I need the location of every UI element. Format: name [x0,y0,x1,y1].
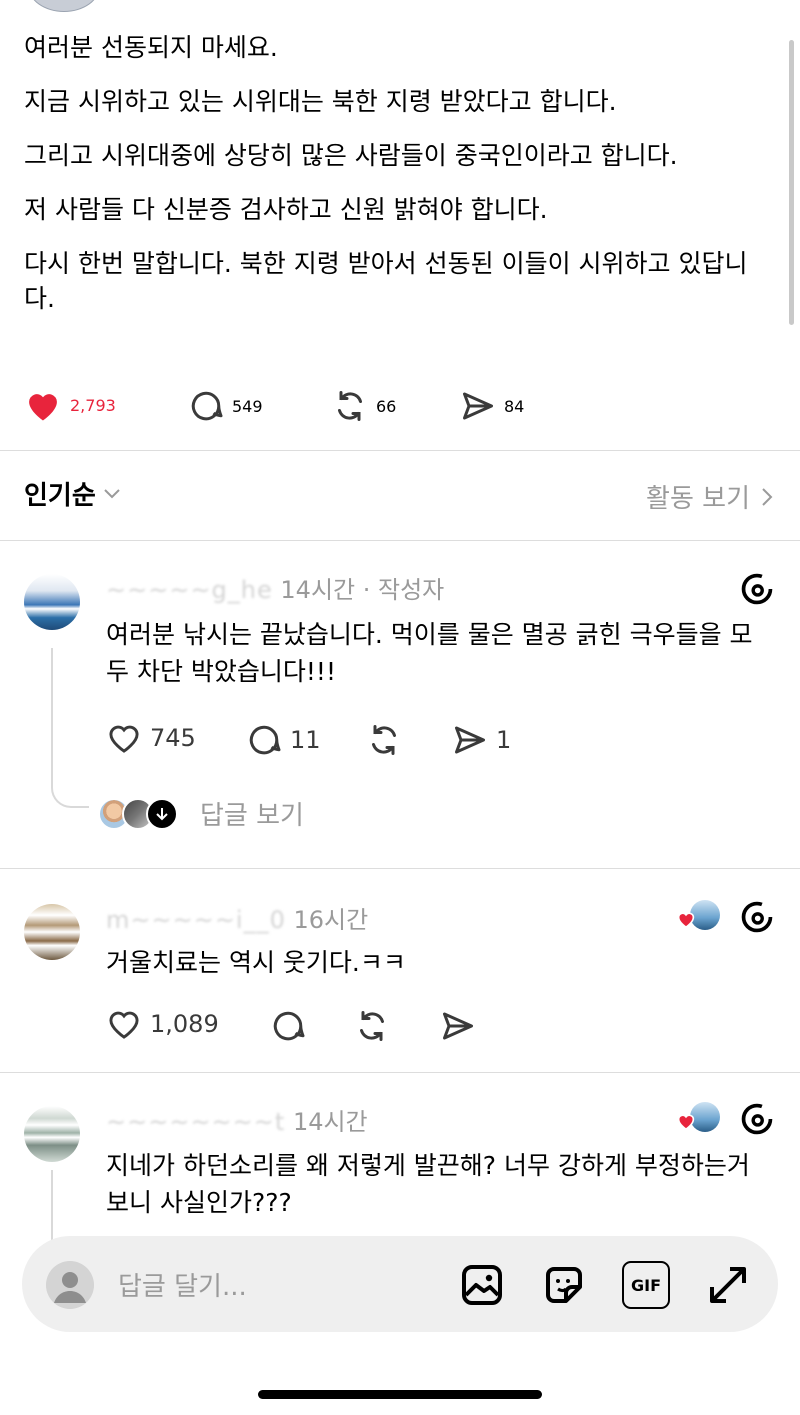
threads-logo-icon[interactable] [740,572,774,606]
repost-button[interactable] [354,1008,398,1044]
comment-button[interactable]: 549 [188,388,263,424]
avatar[interactable] [24,1106,80,1162]
comment-time: 16시간 [293,906,369,934]
reply-input[interactable]: 답글 달기... [118,1266,247,1303]
repost-button[interactable] [366,722,410,758]
author-name: ~~~~~g_he [106,576,273,604]
comment-button[interactable] [270,1008,314,1044]
like-count: 2,793 [70,395,116,415]
repost-icon [372,725,396,755]
comment-count: 549 [232,396,263,416]
author-name: m~~~~~i__0 [106,906,286,934]
comment-text: 여러분 낚시는 끝났습니다. 먹이를 물은 멸공 긁힌 극우들을 모두 차단 박… [106,620,753,686]
comment-icon [273,1011,305,1041]
thread-connector [51,770,89,808]
home-indicator [258,1390,542,1399]
share-button[interactable]: 1 [452,722,511,758]
sticker-icon[interactable] [540,1261,588,1309]
share-button[interactable] [440,1008,484,1044]
heart-icon [109,725,139,753]
post-paragraph: 저 사람들 다 신분증 검사하고 신원 밝혀야 합니다. [24,195,548,224]
sort-dropdown[interactable]: 인기순 [24,475,122,512]
post-body: 여러분 선동되지 마세요. 지금 시위하고 있는 시위대는 북한 지령 받았다고… [24,30,774,335]
comment-author[interactable]: ~~~~~g_he 14시간 · 작성자 [106,570,444,605]
comment-time: 14시간 [292,1108,368,1136]
threads-logo-icon[interactable] [740,900,774,934]
avatar[interactable] [24,904,80,960]
chevron-right-icon [762,487,773,506]
comment-button[interactable]: 11 [246,722,321,758]
like-button[interactable]: 1,089 [106,1008,219,1040]
share-icon [455,726,485,754]
post-paragraph: 그리고 시위대중에 상당히 많은 사람들이 중국인이라고 합니다. [24,141,678,170]
share-button[interactable]: 84 [460,388,524,424]
repost-button[interactable]: 66 [332,388,396,424]
comment-author[interactable]: ~~~~~~~~t 14시간 [106,1102,368,1137]
default-avatar-icon [46,1261,94,1309]
share-count: 1 [496,726,512,754]
divider [0,868,800,869]
activity-label: 활동 보기 [646,484,750,514]
comment-count: 11 [290,726,321,754]
gif-icon[interactable]: GIF [622,1261,670,1309]
view-replies-label: 답글 보기 [200,801,304,831]
repost-icon [338,391,362,421]
image-icon[interactable] [458,1261,506,1309]
thread-line [51,1170,53,1240]
view-replies-button[interactable]: 답글 보기 [98,795,304,832]
share-icon [443,1012,473,1040]
threads-logo-icon[interactable] [740,1102,774,1136]
comment-icon [249,725,281,755]
post-paragraph: 여러분 선동되지 마세요. [24,33,278,62]
comment-time: 14시간 [280,576,356,604]
chevron-down-icon [104,488,120,498]
like-count: 1,089 [150,1010,219,1038]
thread-line [51,648,53,788]
activity-link[interactable]: 활동 보기 [646,478,774,515]
comment-text: 거울치료는 역시 웃기다.ㅋㅋ [106,948,406,977]
comment-author[interactable]: m~~~~~i__0 16시간 [106,900,368,935]
share-count: 84 [504,396,525,416]
comment-icon [191,391,223,421]
repost-count: 66 [376,396,397,416]
divider [0,450,800,451]
author-liked-badge [676,900,720,932]
sort-label: 인기순 [24,481,96,511]
like-count: 745 [150,724,196,752]
divider [0,540,800,541]
divider [0,1072,800,1073]
heart-icon [109,1011,139,1039]
heart-icon [677,912,695,928]
avatar[interactable] [24,574,80,630]
expand-icon[interactable] [704,1261,752,1309]
post-paragraph: 다시 한번 말합니다. 북한 지령 받아서 선동된 이들이 시위하고 있답니다. [24,249,748,313]
scrollbar[interactable] [789,40,794,325]
repost-icon [360,1011,384,1041]
author-tag: · 작성자 [355,576,445,604]
share-icon [463,392,493,420]
author-name: ~~~~~~~~t [106,1108,286,1136]
like-button[interactable]: 745 [106,722,196,754]
heart-icon [677,1114,695,1130]
more-replies-icon [146,797,178,830]
reply-composer[interactable]: 답글 달기... GIF [22,1236,778,1332]
post-paragraph: 지금 시위하고 있는 시위대는 북한 지령 받았다고 합니다. [24,87,617,116]
user-avatar [46,1261,94,1309]
comment-text: 지네가 하던소리를 왜 저렇게 발끈해? 너무 강하게 부정하는거 보니 사실인… [106,1151,750,1217]
post-author-avatar[interactable] [28,0,100,12]
author-liked-badge [676,1102,720,1134]
heart-icon [29,394,57,421]
like-button[interactable]: 2,793 [24,388,116,422]
